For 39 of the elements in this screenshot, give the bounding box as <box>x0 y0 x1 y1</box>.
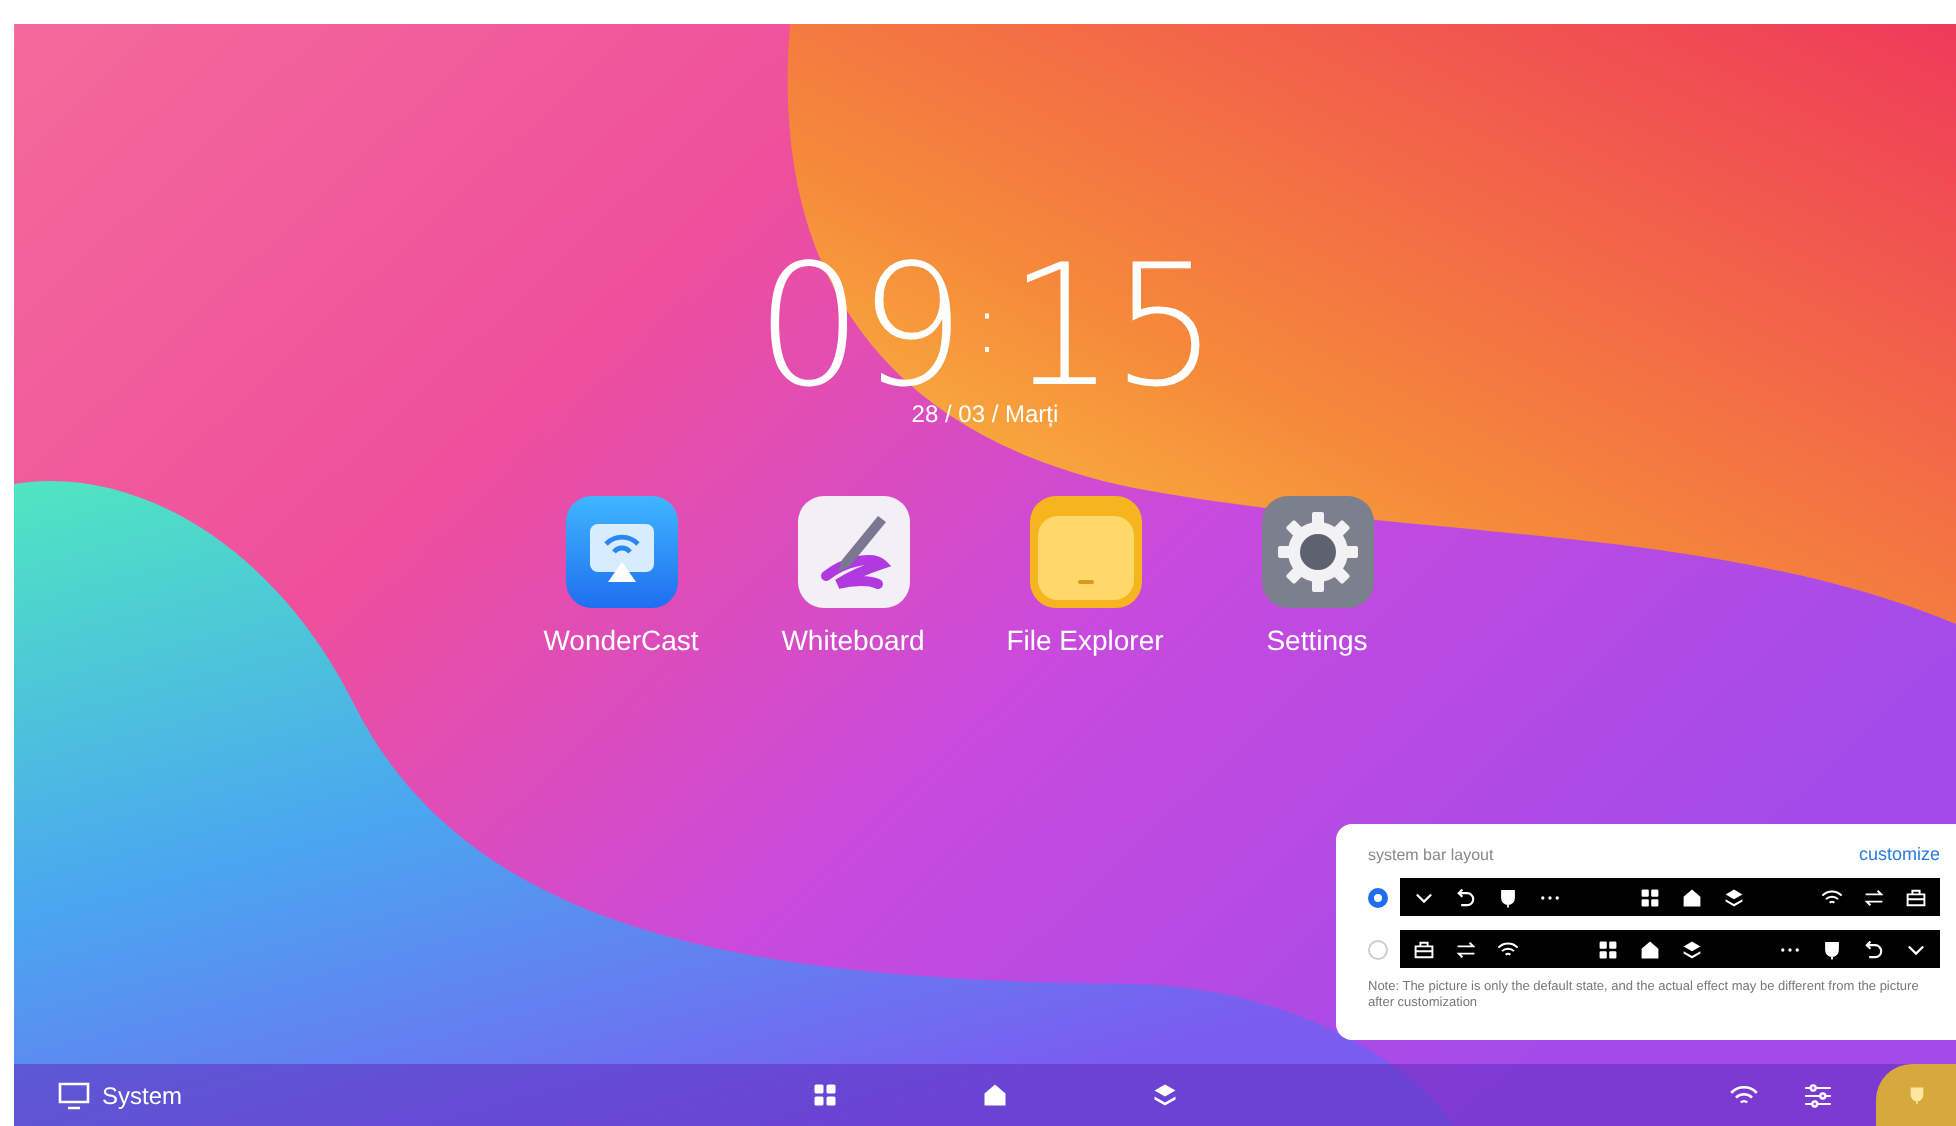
floating-toggle[interactable] <box>1876 1064 1956 1126</box>
panel-title: system bar layout <box>1368 845 1494 863</box>
bar-preview[interactable] <box>1400 930 1940 968</box>
folder-app-icon[interactable] <box>1029 496 1141 608</box>
grid-icon <box>1637 885 1661 909</box>
layers-icon <box>1721 885 1745 909</box>
app-label[interactable]: File Explorer <box>1006 624 1164 656</box>
system-button[interactable]: System <box>14 1081 514 1109</box>
pin-icon <box>1820 937 1844 961</box>
layers-icon <box>1679 937 1703 961</box>
home-icon <box>1637 937 1661 961</box>
undo-arrow-icon <box>1454 885 1478 909</box>
briefcase-icon <box>1904 885 1928 909</box>
app-label[interactable]: Settings <box>1266 624 1368 656</box>
bar-preview[interactable] <box>1400 878 1940 916</box>
clock-separator: : <box>973 278 997 376</box>
wifi-icon <box>1496 937 1520 961</box>
home-icon <box>1679 885 1703 909</box>
grid-icon <box>810 1080 840 1110</box>
briefcase-icon <box>1412 937 1436 961</box>
swap-arrows-icon <box>1862 885 1886 909</box>
radio-button[interactable] <box>1368 887 1388 907</box>
undo-arrow-icon <box>1862 937 1886 961</box>
customize-link[interactable]: customize <box>1858 844 1940 864</box>
pin-icon <box>1496 885 1520 909</box>
layers-icon <box>1150 1080 1180 1110</box>
gear-app-icon[interactable] <box>1261 496 1373 608</box>
swap-arrows-icon <box>1454 937 1478 961</box>
pin-icon <box>1905 1084 1927 1106</box>
home-icon <box>980 1080 1010 1110</box>
radio-button[interactable] <box>1368 939 1388 959</box>
wifi-icon <box>1820 885 1844 909</box>
pen-stroke-app-icon[interactable] <box>797 496 909 608</box>
grid-icon <box>1595 937 1619 961</box>
sliders-icon <box>1802 1079 1834 1111</box>
app-label[interactable]: WonderCast <box>543 624 699 656</box>
monitor-icon <box>58 1081 90 1109</box>
app-label[interactable]: Whiteboard <box>781 624 925 656</box>
cast-app-icon[interactable] <box>565 496 677 608</box>
